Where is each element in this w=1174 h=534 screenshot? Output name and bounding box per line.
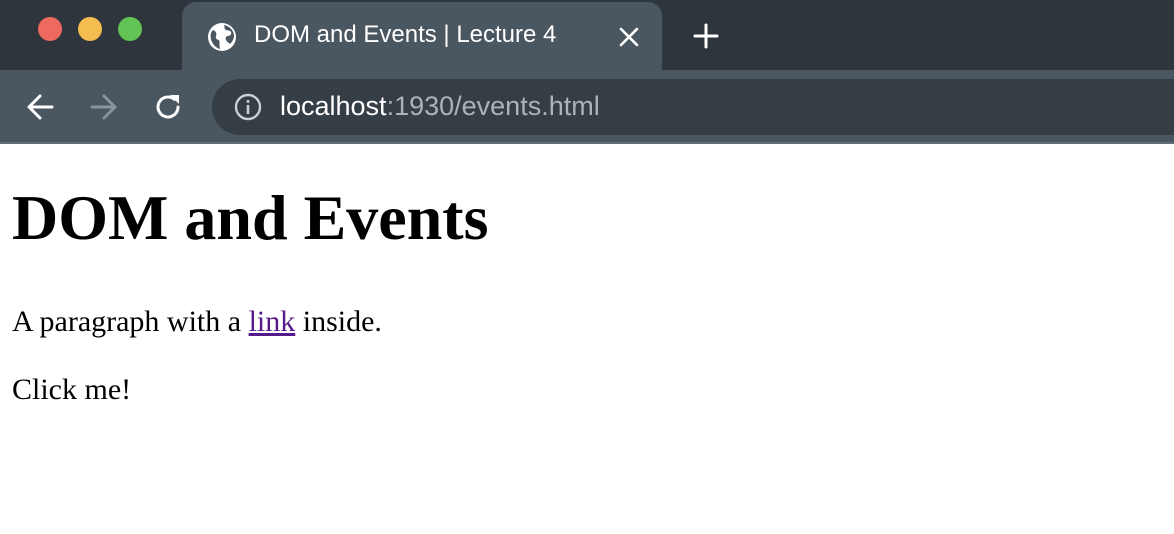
url-host: localhost — [280, 91, 387, 121]
active-tab[interactable]: DOM and Events | Lecture 4 — [182, 2, 662, 70]
paragraph-text-before: A paragraph with a — [12, 305, 249, 338]
globe-icon — [208, 23, 236, 51]
close-icon[interactable] — [618, 26, 640, 48]
page-content: DOM and Events A paragraph with a link i… — [0, 144, 1174, 534]
address-bar[interactable]: localhost:1930/events.html — [212, 79, 1174, 135]
click-me-text[interactable]: Click me! — [12, 372, 131, 408]
back-arrow-icon[interactable] — [25, 92, 55, 122]
new-tab-plus-icon[interactable] — [692, 22, 720, 50]
window-maximize-button[interactable] — [118, 17, 142, 41]
reload-icon[interactable] — [153, 92, 183, 122]
paragraph-link[interactable]: link — [249, 305, 296, 338]
paragraph-text-after: inside. — [295, 305, 382, 338]
window-close-button[interactable] — [38, 17, 62, 41]
window-minimize-button[interactable] — [78, 17, 102, 41]
info-icon[interactable] — [233, 92, 263, 122]
page-heading: DOM and Events — [12, 182, 489, 253]
tab-strip: DOM and Events | Lecture 4 — [0, 0, 1174, 70]
url-path: :1930/events.html — [386, 91, 600, 121]
paragraph: A paragraph with a link inside. — [12, 304, 382, 340]
tab-title: DOM and Events | Lecture 4 — [254, 21, 557, 48]
url-text[interactable]: localhost:1930/events.html — [280, 91, 600, 122]
browser-toolbar: localhost:1930/events.html — [0, 70, 1174, 142]
forward-arrow-icon[interactable] — [89, 92, 119, 122]
